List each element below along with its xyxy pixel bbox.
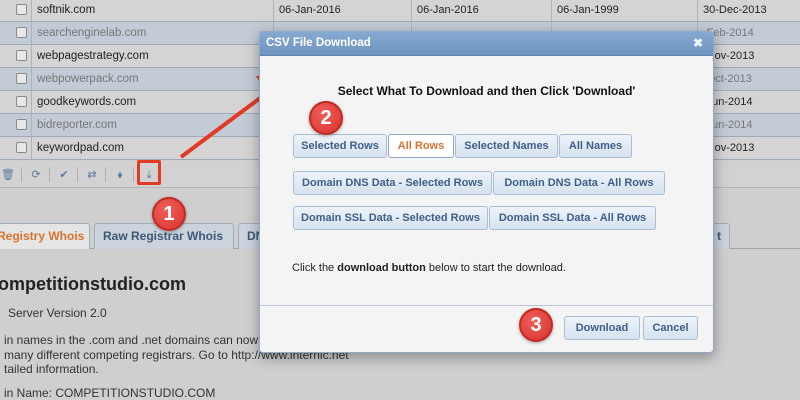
download-icon-highlight <box>137 160 161 185</box>
row-checkbox[interactable] <box>16 73 27 84</box>
toolbar-separator <box>133 167 134 182</box>
date-cell: 06-Jan-2016 <box>274 0 412 21</box>
dialog-heading: Select What To Download and then Click '… <box>337 84 636 98</box>
swap-icon[interactable]: ⇄ <box>81 165 103 185</box>
note-text: below to start the download. <box>425 262 566 274</box>
row-checkbox[interactable] <box>16 4 27 15</box>
row-checkbox[interactable] <box>16 142 27 153</box>
row-checkbox[interactable] <box>16 50 27 61</box>
tab-registry-whois[interactable]: Registry Whois <box>0 223 90 250</box>
domain-cell: bidreporter.com <box>32 114 274 136</box>
toolbar-separator <box>105 167 106 182</box>
ssl-selected-rows-button[interactable]: Domain SSL Data - Selected Rows <box>293 206 488 230</box>
whois-domain-title: ompetitionstudio.com <box>0 274 186 294</box>
date-cell: 30-Dec-2013 <box>703 4 767 16</box>
note-emphasis: download button <box>337 262 426 274</box>
domain-cell: webpowerpack.com <box>32 68 274 90</box>
note-text: Click the <box>292 262 338 274</box>
dialog-divider <box>260 305 713 306</box>
toolbar-separator <box>49 167 50 182</box>
whois-line: in names in the .com and .net domains ca… <box>4 333 259 347</box>
row-checkbox[interactable] <box>16 119 27 130</box>
dns-all-rows-button[interactable]: Domain DNS Data - All Rows <box>493 171 665 195</box>
toolbar-separator <box>21 167 22 182</box>
step-2-callout: 2 <box>309 101 343 135</box>
step-3-callout: 3 <box>519 308 553 342</box>
domain-cell: searchenginelab.com <box>32 22 274 44</box>
whois-line: in Name: COMPETITIONSTUDIO.COM <box>4 386 216 400</box>
cancel-button[interactable]: Cancel <box>643 316 698 340</box>
ssl-all-rows-button[interactable]: Domain SSL Data - All Rows <box>489 206 656 230</box>
all-names-button[interactable]: All Names <box>559 134 632 158</box>
domain-cell: goodkeywords.com <box>32 91 274 113</box>
row-checkbox[interactable] <box>16 96 27 107</box>
table-row[interactable]: softnik.com 06-Jan-2016 06-Jan-2016 06-J… <box>0 0 800 22</box>
csv-download-dialog: CSV File Download ✖ Select What To Downl… <box>259 31 714 353</box>
whois-line: Server Version 2.0 <box>8 306 107 320</box>
domain-cell: softnik.com <box>32 0 274 21</box>
selected-rows-button[interactable]: Selected Rows <box>293 134 387 158</box>
check-icon[interactable]: ✔ <box>53 165 75 185</box>
dialog-header: CSV File Download ✖ <box>260 32 713 56</box>
row-checkbox[interactable] <box>16 27 27 38</box>
domain-cell: keywordpad.com <box>32 137 274 159</box>
date-cell: 06-Jan-2016 <box>412 0 552 21</box>
dialog-title: CSV File Download <box>266 37 371 49</box>
tag-icon[interactable]: ⬧ <box>109 165 131 185</box>
selected-names-button[interactable]: Selected Names <box>455 134 558 158</box>
whois-line: tailed information. <box>4 362 99 376</box>
close-icon[interactable]: ✖ <box>693 36 703 50</box>
domain-cell: webpagestrategy.com <box>32 45 274 67</box>
step-1-callout: 1 <box>152 197 186 231</box>
refresh-icon[interactable]: ⟳ <box>25 165 47 185</box>
trash-icon[interactable]: 🗑 <box>0 165 19 185</box>
download-instructions: Click the download button below to start… <box>292 262 566 274</box>
toolbar-separator <box>77 167 78 182</box>
all-rows-button[interactable]: All Rows <box>388 134 454 158</box>
download-button[interactable]: Download <box>564 316 640 340</box>
dns-selected-rows-button[interactable]: Domain DNS Data - Selected Rows <box>293 171 492 195</box>
date-cell: 06-Jan-1999 <box>552 0 698 21</box>
